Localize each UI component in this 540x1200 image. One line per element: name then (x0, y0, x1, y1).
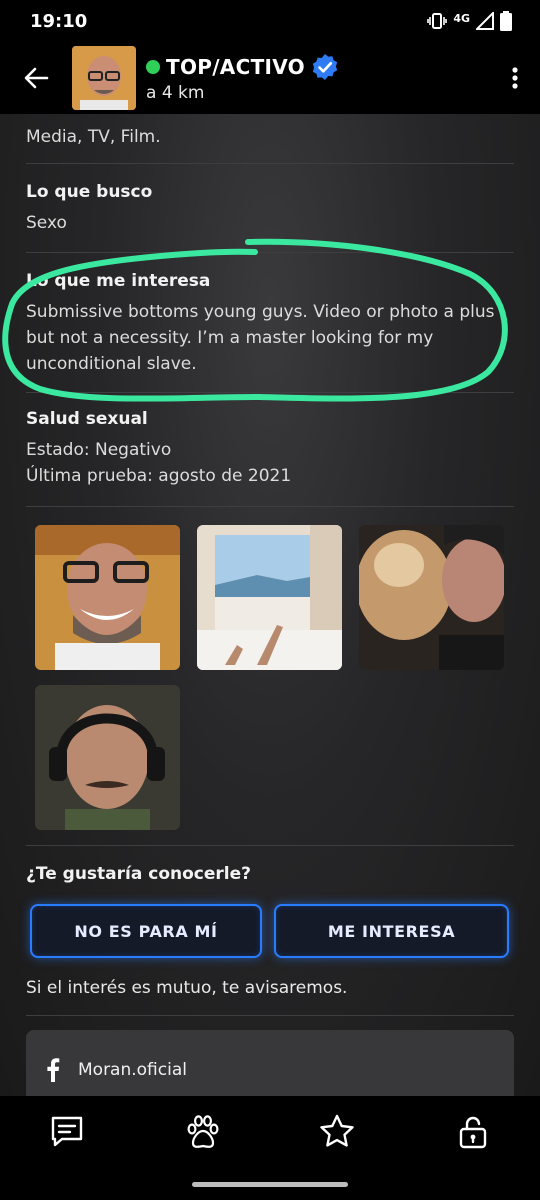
profile-section-partial: Media, TV, Film. (26, 114, 514, 164)
photo-1-smiling-man-glasses[interactable] (35, 525, 180, 670)
section-salud-sexual: Salud sexual Estado: Negativo Última pru… (26, 393, 514, 507)
section-lo-que-me-interesa: Lo que me interesa Submissive bottoms yo… (26, 253, 514, 393)
photo-4-man-headphones[interactable] (35, 685, 180, 830)
facebook-icon (47, 1058, 60, 1082)
section-value: Sexo (26, 213, 67, 233)
section-value: Submissive bottoms young guys. Video or … (26, 302, 495, 374)
nav-private[interactable] (453, 1112, 493, 1152)
health-status: Estado: Negativo (26, 440, 172, 460)
meet-question: ¿Te gustaría conocerle? (26, 864, 251, 884)
more-vertical-icon (512, 67, 518, 89)
section-title: Lo que busco (26, 182, 153, 202)
signal-icon (476, 12, 494, 30)
partial-field-value: Media, TV, Film. (26, 127, 161, 147)
section-lo-que-busco: Lo que busco Sexo (26, 164, 514, 253)
status-time: 19:10 (30, 10, 88, 32)
chat-icon (51, 1116, 83, 1147)
not-for-me-button[interactable]: NO ES PARA MÍ (30, 904, 262, 958)
header-info: TOP/ACTIVO a 4 km (146, 53, 339, 103)
arrow-left-icon (24, 67, 49, 89)
mutual-interest-note: Si el interés es mutuo, te avisaremos. (26, 978, 348, 998)
last-test-date: Última prueba: agosto de 2021 (26, 466, 292, 486)
status-icons: 4G (427, 11, 512, 31)
bottom-navigation (0, 1096, 540, 1200)
home-indicator[interactable] (192, 1182, 348, 1187)
paw-icon (187, 1115, 219, 1148)
network-type: 4G (453, 11, 470, 25)
profile-header: TOP/ACTIVO a 4 km (0, 42, 540, 114)
nav-messages[interactable] (47, 1112, 87, 1152)
section-title: Lo que me interesa (26, 271, 211, 291)
avatar-portrait (72, 46, 136, 110)
divider (26, 845, 514, 846)
back-button[interactable] (0, 42, 72, 114)
star-icon (320, 1114, 354, 1147)
profile-name: TOP/ACTIVO (166, 55, 305, 79)
profile-content[interactable]: Media, TV, Film. Lo que busco Sexo Lo qu… (0, 114, 540, 1096)
interested-button[interactable]: ME INTERESA (274, 904, 509, 958)
photo-3-selfie-with-dog[interactable] (359, 525, 504, 670)
divider (26, 1015, 514, 1016)
nav-favorites[interactable] (317, 1112, 357, 1152)
more-options-button[interactable] (490, 42, 540, 114)
avatar[interactable] (72, 46, 136, 110)
vibrate-icon (427, 13, 448, 29)
online-status-dot (146, 60, 160, 74)
battery-icon (500, 11, 512, 31)
social-link-facebook[interactable]: Moran.oficial (26, 1030, 514, 1096)
section-title: Salud sexual (26, 409, 148, 429)
verified-badge-icon (312, 54, 338, 80)
photo-2-bedroom-window-sea[interactable] (197, 525, 342, 670)
status-bar: 19:10 4G (0, 0, 540, 42)
social-handle: Moran.oficial (78, 1060, 187, 1080)
nav-explore[interactable] (183, 1112, 223, 1152)
lock-icon (459, 1116, 487, 1149)
distance-label: a 4 km (146, 83, 205, 103)
